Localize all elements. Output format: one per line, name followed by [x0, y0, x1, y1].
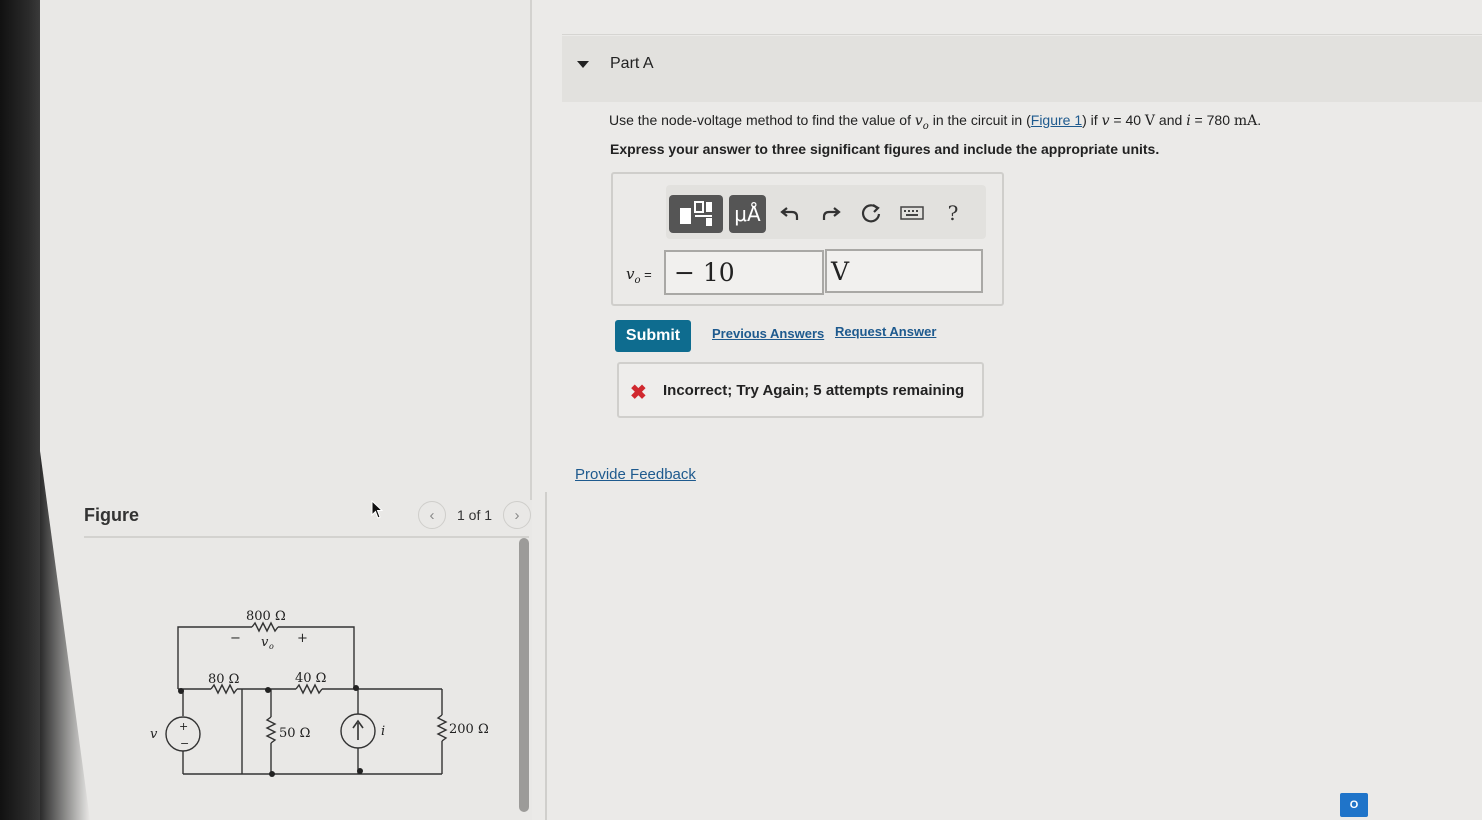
label-800-ohm: 800 Ω	[246, 609, 286, 624]
value-input[interactable]: − 10	[664, 250, 824, 295]
panel-divider-lower	[545, 492, 547, 820]
label-source-plus: +	[179, 720, 188, 733]
reset-icon[interactable]	[856, 198, 886, 228]
question-text: Use the node-voltage method to find the …	[609, 112, 1262, 132]
figure-pager: 1 of 1	[457, 507, 493, 523]
screen-bezel	[0, 0, 40, 820]
label-vo: v	[261, 635, 269, 650]
mouse-cursor-icon	[371, 500, 384, 519]
error-x-icon: ✖	[630, 382, 647, 404]
answer-label: vo =	[626, 265, 652, 286]
label-50-ohm: 50 Ω	[279, 726, 310, 741]
instruction-text: Express your answer to three significant…	[610, 141, 1160, 157]
label-40-ohm: 40 Ω	[295, 671, 326, 686]
label-vo-minus: −	[230, 631, 241, 646]
figure-scrollbar[interactable]	[519, 538, 529, 812]
panel-divider	[530, 0, 532, 500]
part-title: Part A	[610, 55, 654, 72]
submit-button[interactable]: Submit	[615, 320, 691, 352]
units-button[interactable]: μÅ	[729, 195, 766, 233]
outlook-app-icon[interactable]: O	[1340, 793, 1368, 817]
previous-answers-link[interactable]: Previous Answers	[712, 326, 824, 341]
request-answer-link[interactable]: Request Answer	[835, 324, 936, 339]
part-a-header[interactable]	[562, 36, 1482, 102]
keyboard-icon[interactable]	[897, 198, 927, 228]
figure-title: Figure	[84, 505, 140, 525]
redo-icon[interactable]	[816, 198, 846, 228]
label-200-ohm: 200 Ω	[449, 722, 489, 737]
units-input[interactable]: V	[825, 249, 983, 293]
label-vo-plus: +	[297, 631, 308, 646]
feedback-status: Incorrect; Try Again; 5 attempts remaini…	[663, 382, 965, 399]
label-vo-sub: o	[269, 642, 274, 651]
templates-button[interactable]	[669, 195, 723, 233]
label-source-i: i	[381, 724, 385, 739]
figure-next-button[interactable]: ›	[503, 501, 531, 529]
figure-rule	[84, 536, 529, 538]
label-source-v: v	[150, 727, 158, 742]
label-source-minus: −	[180, 737, 189, 750]
templates-icon	[680, 201, 712, 226]
provide-feedback-link[interactable]: Provide Feedback	[575, 466, 696, 483]
figure-link[interactable]: Figure 1	[1031, 112, 1082, 128]
caret-down-icon[interactable]	[577, 61, 589, 68]
header-rule	[562, 34, 1482, 35]
circuit-diagram: 800 Ω − + v o 80 Ω 40 Ω 50 Ω 200 Ω v i +…	[150, 609, 489, 777]
label-80-ohm: 80 Ω	[208, 672, 239, 687]
help-button[interactable]: ?	[938, 198, 968, 228]
undo-icon[interactable]	[775, 198, 805, 228]
figure-prev-button[interactable]: ‹	[418, 501, 446, 529]
